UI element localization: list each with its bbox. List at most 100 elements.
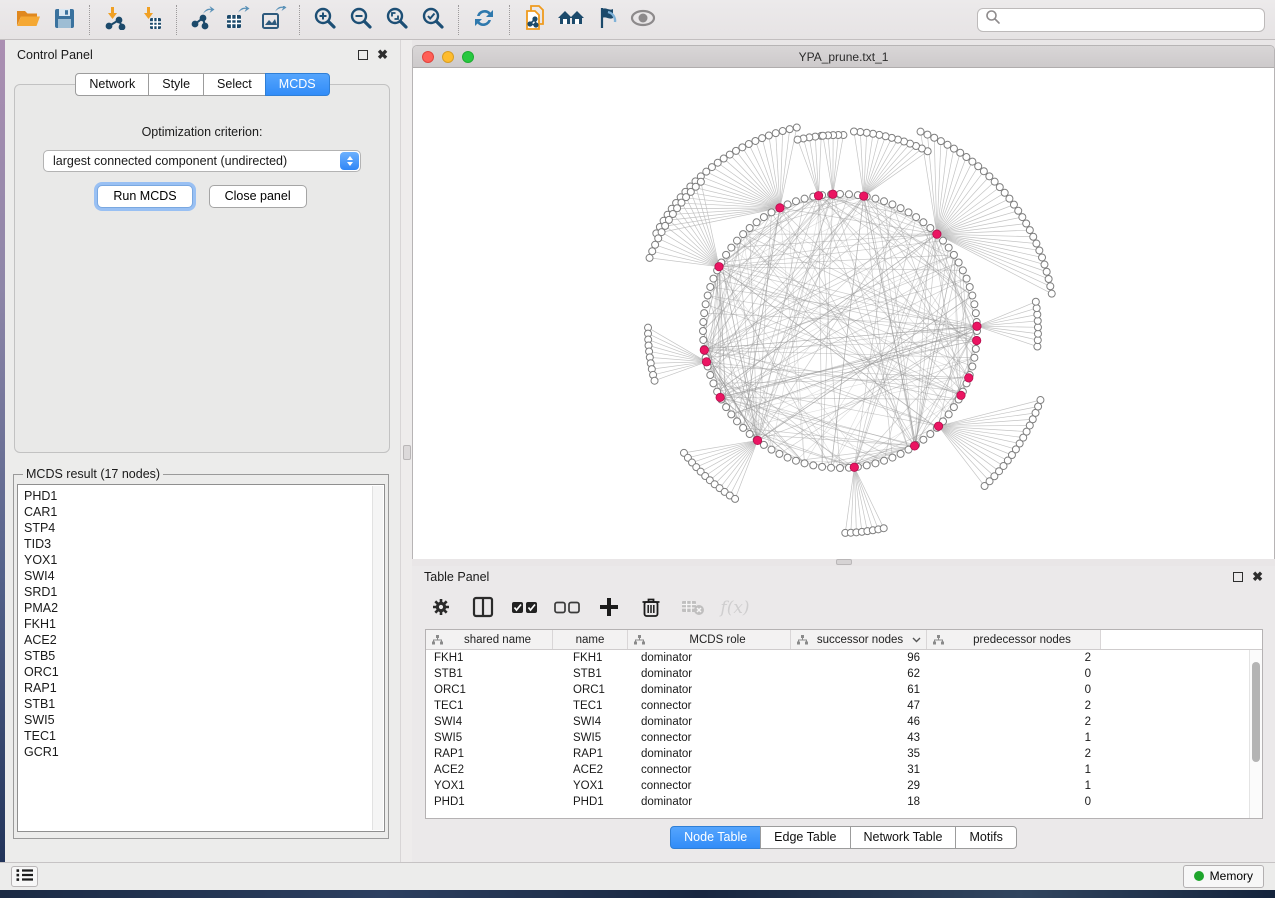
save-session-button[interactable] xyxy=(46,4,82,36)
mcds-node[interactable] xyxy=(716,393,724,401)
network-node[interactable] xyxy=(784,201,791,208)
network-node[interactable] xyxy=(845,191,852,198)
network-leaf-node[interactable] xyxy=(937,138,944,145)
window-zoom-icon[interactable] xyxy=(462,51,474,63)
mcds-result-item[interactable]: SRD1 xyxy=(24,584,378,600)
network-node[interactable] xyxy=(972,310,979,317)
export-table-button[interactable] xyxy=(220,4,256,36)
network-node[interactable] xyxy=(905,209,912,216)
mcds-result-item[interactable]: ACE2 xyxy=(24,632,378,648)
network-node[interactable] xyxy=(753,219,760,226)
network-node[interactable] xyxy=(810,462,817,469)
network-node[interactable] xyxy=(897,205,904,212)
network-node[interactable] xyxy=(723,251,730,258)
network-leaf-node[interactable] xyxy=(1041,261,1048,268)
network-node[interactable] xyxy=(746,431,753,438)
network-leaf-node[interactable] xyxy=(772,130,779,137)
network-leaf-node[interactable] xyxy=(651,377,658,384)
search-input[interactable] xyxy=(1001,13,1257,27)
table-row[interactable]: YOX1YOX1connector291 xyxy=(426,778,1262,794)
column-header-MCDS-role[interactable]: MCDS role xyxy=(628,630,791,649)
network-node[interactable] xyxy=(872,460,879,467)
network-node[interactable] xyxy=(792,198,799,205)
mcds-result-item[interactable]: YOX1 xyxy=(24,552,378,568)
table-scrollbar[interactable] xyxy=(1249,650,1262,818)
network-leaf-node[interactable] xyxy=(986,173,993,180)
refresh-button[interactable] xyxy=(466,4,502,36)
export-image-button[interactable] xyxy=(256,4,292,36)
delete-table-button[interactable] xyxy=(678,594,708,622)
network-leaf-node[interactable] xyxy=(850,128,857,135)
network-leaf-node[interactable] xyxy=(1033,240,1040,247)
network-node[interactable] xyxy=(723,404,730,411)
network-leaf-node[interactable] xyxy=(1037,397,1044,404)
column-header-shared-name[interactable]: shared name xyxy=(426,630,553,649)
close-table-panel-icon[interactable]: ✖ xyxy=(1252,572,1263,582)
network-node[interactable] xyxy=(950,251,957,258)
mcds-node[interactable] xyxy=(973,322,981,330)
network-node[interactable] xyxy=(768,209,775,216)
network-node[interactable] xyxy=(913,214,920,221)
float-table-panel-icon[interactable] xyxy=(1233,572,1243,582)
close-panel-icon[interactable]: ✖ xyxy=(377,50,388,60)
network-node[interactable] xyxy=(837,191,844,198)
network-node[interactable] xyxy=(710,380,717,387)
network-leaf-node[interactable] xyxy=(1010,201,1017,208)
mcds-node[interactable] xyxy=(934,422,942,430)
table-row[interactable]: STB1STB1dominator620 xyxy=(426,666,1262,682)
network-node[interactable] xyxy=(950,404,957,411)
network-node[interactable] xyxy=(700,319,707,326)
table-row[interactable]: SWI4SWI4dominator462 xyxy=(426,714,1262,730)
network-node[interactable] xyxy=(889,454,896,461)
network-node[interactable] xyxy=(945,411,952,418)
function-builder-button[interactable]: f(x) xyxy=(720,594,750,622)
network-leaf-node[interactable] xyxy=(1048,290,1055,297)
network-node[interactable] xyxy=(733,237,740,244)
mcds-node[interactable] xyxy=(829,190,837,198)
network-leaf-node[interactable] xyxy=(944,141,951,148)
tab-select[interactable]: Select xyxy=(203,73,266,96)
mcds-result-item[interactable]: CAR1 xyxy=(24,504,378,520)
mcds-result-item[interactable]: RAP1 xyxy=(24,680,378,696)
network-node[interactable] xyxy=(881,198,888,205)
network-leaf-node[interactable] xyxy=(819,132,826,139)
network-node[interactable] xyxy=(828,464,835,471)
network-leaf-node[interactable] xyxy=(917,128,924,135)
network-canvas[interactable] xyxy=(413,68,1274,559)
mcds-result-item[interactable]: STB5 xyxy=(24,648,378,664)
network-leaf-node[interactable] xyxy=(880,525,887,532)
network-node[interactable] xyxy=(920,436,927,443)
horizontal-splitter-handle[interactable] xyxy=(836,559,852,565)
memory-button[interactable]: Memory xyxy=(1183,865,1264,888)
table-scrollbar-thumb[interactable] xyxy=(1252,662,1260,762)
network-leaf-node[interactable] xyxy=(765,132,772,139)
network-node[interactable] xyxy=(733,418,740,425)
column-header-successor-nodes[interactable]: successor nodes xyxy=(791,630,927,649)
network-node[interactable] xyxy=(801,195,808,202)
mcds-node[interactable] xyxy=(776,204,784,212)
hide-panel-button[interactable] xyxy=(589,4,625,36)
network-node[interactable] xyxy=(768,446,775,453)
mcds-node[interactable] xyxy=(957,391,965,399)
network-node[interactable] xyxy=(740,231,747,238)
vertical-splitter-handle[interactable] xyxy=(403,445,411,460)
network-node[interactable] xyxy=(746,224,753,231)
mcds-result-item[interactable]: TID3 xyxy=(24,536,378,552)
network-node[interactable] xyxy=(927,224,934,231)
network-node[interactable] xyxy=(702,301,709,308)
mcds-node[interactable] xyxy=(850,463,858,471)
network-node[interactable] xyxy=(700,336,707,343)
open-file-button[interactable] xyxy=(10,4,46,36)
deselect-all-button[interactable] xyxy=(552,594,582,622)
network-node[interactable] xyxy=(872,195,879,202)
network-node[interactable] xyxy=(740,424,747,431)
network-leaf-node[interactable] xyxy=(1006,195,1013,202)
network-leaf-node[interactable] xyxy=(1015,207,1022,214)
mcds-result-item[interactable]: STP4 xyxy=(24,520,378,536)
mcds-result-item[interactable]: STB1 xyxy=(24,696,378,712)
network-leaf-node[interactable] xyxy=(957,149,964,156)
table-row[interactable]: TEC1TEC1connector472 xyxy=(426,698,1262,714)
mcds-node[interactable] xyxy=(933,230,941,238)
task-history-button[interactable] xyxy=(11,866,38,887)
network-leaf-node[interactable] xyxy=(752,137,759,144)
